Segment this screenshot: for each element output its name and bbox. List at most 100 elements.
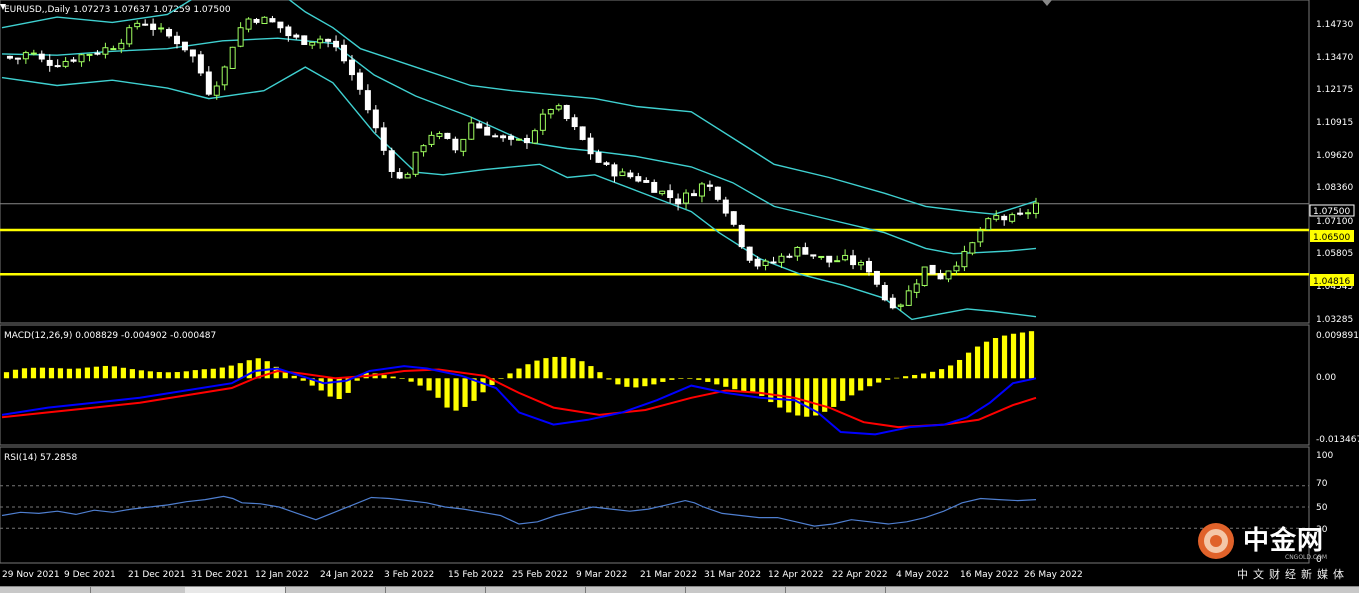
macd-histogram-bar (390, 376, 396, 379)
macd-histogram-bar (444, 378, 450, 408)
macd-histogram-bar (120, 367, 126, 379)
macd-histogram-bar (678, 378, 684, 379)
macd-panel[interactable] (0, 324, 1310, 446)
candle-bull (858, 261, 865, 266)
candle-bull (659, 190, 666, 195)
date-label: 4 May 2022 (896, 570, 949, 580)
macd-histogram-bar (3, 372, 10, 379)
candle-bear (889, 297, 896, 309)
macd-histogram-bar (48, 367, 55, 379)
macd-histogram-bar (453, 378, 459, 411)
candle-bear (810, 254, 817, 257)
macd-histogram-bar (992, 338, 999, 379)
chart-tab[interactable] (585, 587, 686, 593)
candle-bull (460, 138, 467, 152)
chart-tab-active[interactable] (185, 587, 286, 593)
candle-bear (603, 162, 610, 165)
candle-bear (667, 190, 674, 198)
macd-histogram-bar (930, 371, 936, 379)
candle-bear (770, 261, 777, 264)
macd-histogram-bar (552, 356, 558, 379)
macd-histogram-bar (570, 358, 576, 379)
macd-histogram-bar (597, 372, 603, 379)
macd-histogram-bar (228, 365, 234, 379)
candle-bear (293, 34, 300, 38)
candle-bull (762, 260, 769, 266)
candle-bear (722, 199, 729, 214)
price-tick: 1.05805 (1316, 249, 1353, 259)
chart-tab[interactable] (685, 587, 786, 593)
chart-tab[interactable] (485, 587, 586, 593)
candle-bull (977, 230, 984, 243)
candle-bear (714, 186, 721, 200)
candle-bull (317, 38, 324, 44)
candle-bull (1025, 212, 1032, 215)
candle-bull (412, 151, 419, 175)
candle-bear (865, 260, 872, 273)
rsi-tick: 100 (1316, 451, 1333, 461)
candle-bear (253, 18, 260, 23)
candle-bull (1033, 202, 1039, 214)
rsi-panel[interactable] (0, 446, 1310, 564)
rsi-header: RSI(14) 57.2858 (4, 453, 77, 463)
date-label: 31 Mar 2022 (704, 570, 761, 580)
macd-histogram-bar (1001, 335, 1008, 379)
macd-histogram-bar (93, 366, 100, 379)
candle-bear (356, 72, 363, 90)
macd-histogram-bar (974, 346, 981, 379)
price-tick: 1.10915 (1316, 118, 1353, 128)
macd-histogram-bar (561, 356, 567, 379)
candle-bear (643, 180, 650, 183)
date-label: 29 Nov 2021 (2, 570, 60, 580)
chart-tab[interactable] (0, 587, 91, 593)
macd-histogram-bar (983, 341, 990, 379)
watermark-domain: CNGOLD.COM (1285, 554, 1328, 561)
price-tick: 1.08360 (1316, 183, 1353, 193)
candle-bull (993, 215, 1000, 220)
rsi-tick: 70 (1316, 479, 1328, 489)
candle-bull (905, 290, 912, 306)
price-tick: 1.12175 (1316, 85, 1353, 95)
chart-tab[interactable] (785, 587, 886, 593)
macd-histogram-bar (399, 378, 405, 379)
candle-bear (197, 54, 204, 74)
macd-histogram-bar (435, 378, 441, 398)
macd-histogram-bar (723, 378, 729, 387)
candle-bear (341, 44, 348, 62)
macd-histogram-bar (408, 378, 414, 382)
macd-histogram-bar (462, 378, 468, 407)
candle-bear (484, 126, 491, 136)
candle-bear (364, 90, 371, 111)
candle-bear (563, 104, 570, 120)
chart-tab[interactable] (285, 587, 386, 593)
macd-histogram-bar (750, 378, 756, 393)
candle-bear (94, 52, 101, 55)
cngold-logo-icon (1198, 523, 1234, 559)
candle-bear (142, 23, 149, 26)
candle-bull (531, 130, 538, 144)
chart-tab[interactable] (90, 587, 186, 593)
macd-histogram-bar (498, 378, 504, 379)
candle-bear (746, 246, 753, 261)
macd-histogram-bar (840, 378, 846, 401)
candle-bear (348, 59, 355, 76)
macd-histogram-bar (705, 378, 711, 382)
macd-histogram-bar (75, 368, 82, 379)
chart-tab[interactable] (385, 587, 486, 593)
candle-bull (961, 251, 968, 268)
candle-bull (86, 53, 93, 56)
macd-histogram-bar (507, 373, 513, 379)
date-label: 31 Dec 2021 (191, 570, 249, 580)
macd-histogram-bar (894, 377, 900, 379)
candle-bull (794, 246, 801, 257)
candle-bear (937, 273, 944, 280)
candle-bear (333, 40, 340, 48)
date-axis: 29 Nov 2021 9 Dec 2021 21 Dec 2021 31 De… (2, 570, 1083, 580)
candle-bear (325, 38, 332, 42)
macd-histogram-bar (192, 370, 198, 379)
price-tick: 1.07100 (1316, 217, 1353, 227)
macd-histogram-bar (417, 378, 423, 386)
macd-histogram-bar (1010, 333, 1017, 379)
macd-histogram-bar (912, 374, 918, 379)
date-label: 21 Mar 2022 (640, 570, 697, 580)
